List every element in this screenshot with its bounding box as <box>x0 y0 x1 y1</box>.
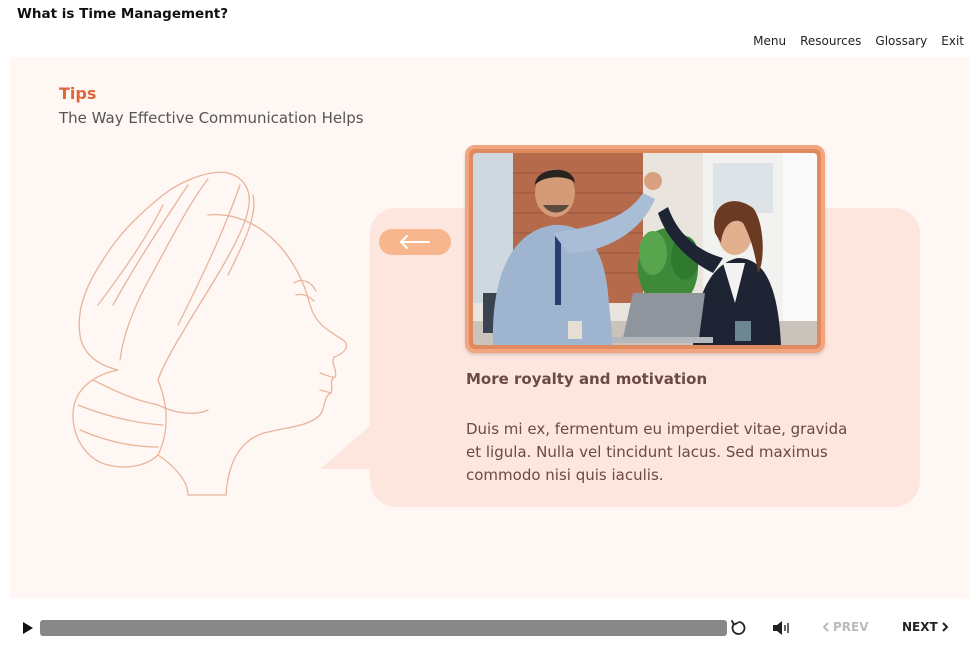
speech-bubble-tail <box>320 417 380 469</box>
next-label: NEXT <box>902 620 938 634</box>
replay-icon <box>731 620 746 635</box>
woman-head-illustration <box>72 171 348 496</box>
high-five-photo <box>473 153 817 345</box>
nav-resources[interactable]: Resources <box>800 34 861 48</box>
chevron-left-icon <box>822 622 829 632</box>
nav-menu[interactable]: Menu <box>753 34 786 48</box>
left-arrow-icon <box>400 235 430 249</box>
speaker-icon <box>773 621 789 635</box>
section-label: Tips <box>59 84 97 103</box>
slide-subtitle: The Way Effective Communication Helps <box>59 109 364 127</box>
progress-bar[interactable] <box>40 620 727 636</box>
back-arrow-button[interactable] <box>379 229 451 255</box>
chevron-right-icon <box>941 622 949 632</box>
nav-exit[interactable]: Exit <box>941 34 964 48</box>
prev-button[interactable]: PREV <box>822 620 869 634</box>
course-title: What is Time Management? <box>17 6 229 22</box>
photo-frame <box>465 145 825 353</box>
play-icon <box>23 622 33 634</box>
slide-canvas: Tips The Way Effective Communication Hel… <box>10 57 969 598</box>
volume-button[interactable] <box>772 620 790 640</box>
player-bar: PREV NEXT <box>0 608 980 648</box>
play-button[interactable] <box>22 620 34 639</box>
card-title: More royalty and motivation <box>466 370 708 388</box>
top-nav: Menu Resources Glossary Exit <box>753 34 964 48</box>
card-body: Duis mi ex, fermentum eu imperdiet vitae… <box>466 420 848 484</box>
replay-button[interactable] <box>730 619 748 641</box>
next-button[interactable]: NEXT <box>902 620 949 634</box>
prev-label: PREV <box>833 620 869 634</box>
nav-glossary[interactable]: Glossary <box>875 34 927 48</box>
